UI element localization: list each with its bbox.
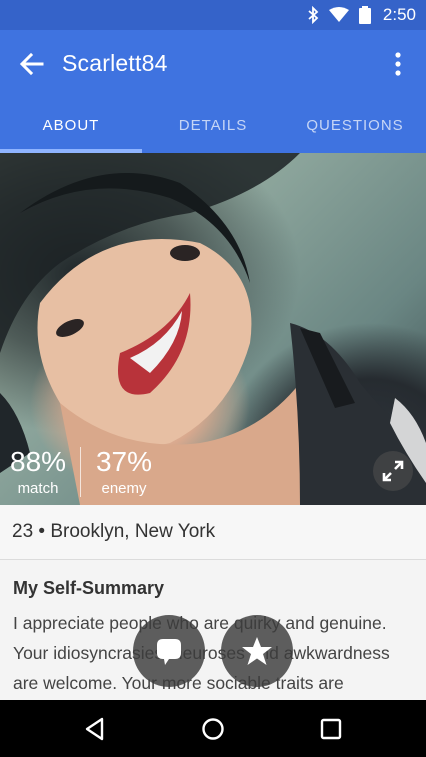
profile-title: Scarlett84 [62,50,168,76]
tab-details[interactable]: DETAILS [142,98,284,153]
tab-about[interactable]: ABOUT [0,98,142,153]
nav-recents-button[interactable] [316,714,346,744]
back-button[interactable] [18,50,46,78]
arrow-left-icon [19,52,44,76]
back-triangle-icon [85,717,104,741]
battery-icon [358,6,371,24]
status-time: 2:50 [382,5,416,24]
favorite-button[interactable] [221,615,293,687]
nav-home-button[interactable] [198,714,228,744]
match-label: match [17,480,59,497]
tab-questions[interactable]: QUESTIONS [284,98,426,153]
wifi-icon [328,7,349,23]
self-summary-section: My Self-Summary I appreciate people who … [0,560,426,700]
recents-square-icon [320,718,342,740]
expand-photo-button[interactable] [373,451,413,491]
enemy-percent: 37% [95,446,153,477]
status-bar: 2:50 [0,0,426,30]
tab-bar: ABOUT DETAILS QUESTIONS [0,98,426,153]
status-icons: 2:50 [307,0,416,30]
match-stat: 88% match [10,446,66,497]
age-location-text: 23 • Brooklyn, New York [12,521,216,542]
chat-bubble-icon [157,639,181,665]
home-circle-icon [202,718,224,740]
enemy-stat: 37% enemy [94,446,154,497]
match-percent: 88% [10,446,67,477]
stat-divider [80,447,81,497]
self-summary-text: I appreciate people who are quirky and g… [13,613,390,693]
star-icon [242,637,272,665]
fullscreen-icon [382,460,404,482]
message-button[interactable] [133,615,205,687]
app-bar: Scarlett84 [0,30,426,98]
profile-location-row: 23 • Brooklyn, New York [0,505,426,560]
more-vert-icon [395,52,401,76]
nav-back-button[interactable] [80,714,110,744]
enemy-label: enemy [101,480,147,497]
system-nav-bar [0,700,426,757]
bluetooth-icon [307,6,319,24]
more-options-button[interactable] [386,50,410,78]
self-summary-heading: My Self-Summary [13,578,165,598]
